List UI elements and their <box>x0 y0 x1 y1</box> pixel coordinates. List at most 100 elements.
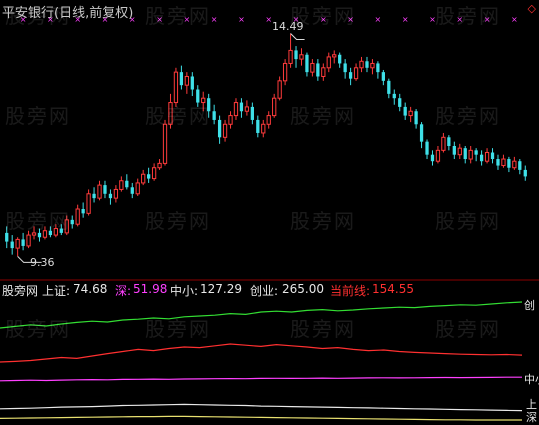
diamond-icon[interactable]: ◇ <box>528 2 536 15</box>
ind-label-chuangye: 创业: <box>250 284 279 298</box>
candle-body <box>496 159 500 166</box>
ind-value-zhongxiao: 127.29 <box>200 282 242 296</box>
candle-body <box>228 115 233 125</box>
watermark-14: 股旁网 <box>145 317 211 341</box>
watermark-12: 股旁网 <box>435 209 501 233</box>
candle-body <box>125 180 129 188</box>
candle-body <box>332 54 337 58</box>
candle-body <box>294 50 298 60</box>
ind-label-shen: 深: <box>115 284 132 298</box>
candle-body <box>217 119 222 138</box>
candle-body <box>381 72 385 81</box>
candle-body <box>376 63 380 73</box>
indicator-name: 股旁网 <box>2 284 39 298</box>
candle-body <box>157 162 162 169</box>
candle-body <box>141 173 146 184</box>
top-marker: × <box>211 15 218 24</box>
ind-label-zhongxiao: 中小: <box>170 284 199 298</box>
candle-body <box>365 61 369 68</box>
ind-value-dangqian: 154.55 <box>372 282 414 296</box>
candle-body <box>5 232 9 242</box>
candle-body <box>518 161 522 170</box>
watermark-16: 股旁网 <box>435 317 501 341</box>
candle-body <box>266 115 271 125</box>
candle-body <box>184 75 189 86</box>
candle-body <box>479 154 484 162</box>
watermark-15: 股旁网 <box>290 317 356 341</box>
candle-body <box>447 137 451 146</box>
candle-body <box>414 111 418 125</box>
candle-body <box>103 185 107 194</box>
ind-label-shangzheng: 上证: <box>42 284 71 298</box>
candle-body <box>430 154 435 162</box>
candle-body <box>288 49 293 64</box>
top-marker: × <box>511 15 518 24</box>
top-marker: × <box>238 15 245 24</box>
indicator-line-中小 <box>0 376 522 382</box>
candle-body <box>507 159 511 168</box>
candle-body <box>387 80 391 94</box>
candle-body <box>403 106 407 116</box>
candle-body <box>179 72 184 86</box>
end-label-zhongxiao: 中小 <box>524 373 539 386</box>
top-marker: × <box>402 15 409 24</box>
candle-body <box>108 193 113 199</box>
candle-body <box>119 180 124 190</box>
top-marker: × <box>375 15 382 24</box>
candle-body <box>244 106 250 112</box>
candle-body <box>348 72 353 79</box>
candle-body <box>75 208 80 225</box>
candle-body <box>92 193 96 199</box>
candle-body <box>173 71 179 104</box>
candle-body <box>408 110 413 117</box>
ind-label-dangqian: 当前线: <box>330 284 371 298</box>
candle-body <box>512 160 517 169</box>
indicator-line-当前线 <box>0 343 523 363</box>
candle-body <box>26 234 31 247</box>
candle-body <box>135 182 140 195</box>
indicator-bar: 股旁网 上证: 74.68 深: 51.98 中小: 127.29 创业: 26… <box>0 281 539 299</box>
candle-body <box>326 56 331 69</box>
candle-body <box>130 187 134 194</box>
indicator-line-深 <box>0 415 522 421</box>
candle-body <box>147 174 151 179</box>
candle-body <box>392 93 396 99</box>
candle-body <box>523 169 527 177</box>
candle-body <box>310 62 315 73</box>
candle-body <box>501 158 506 167</box>
watermark-2: 股旁网 <box>145 4 211 28</box>
candle-body <box>435 149 441 162</box>
candle-body <box>113 188 119 199</box>
high-price-label: 14.49 <box>272 20 304 33</box>
candle-body <box>282 62 288 82</box>
low-price-label: 9.36 <box>30 256 55 269</box>
watermark-10: 股旁网 <box>145 209 211 233</box>
candle-body <box>370 62 375 69</box>
candle-body <box>10 241 14 249</box>
candle-body <box>250 106 254 120</box>
candle-body <box>468 149 473 160</box>
candle-body <box>484 152 490 162</box>
candle-body <box>233 102 239 117</box>
candle-body <box>239 102 244 112</box>
candle-body <box>81 209 85 214</box>
candle-body <box>70 219 74 225</box>
candle-body <box>441 136 446 151</box>
watermark-6: 股旁网 <box>145 104 211 128</box>
candle-body <box>162 123 168 164</box>
ind-value-chuangye: 265.00 <box>282 282 324 296</box>
candle-body <box>419 124 424 142</box>
candle-body <box>277 80 282 99</box>
indicator-line-上证 <box>0 403 523 412</box>
candle-body <box>316 63 320 77</box>
end-label-chuangye: 创 <box>524 299 535 312</box>
watermark-4: 股旁网 <box>435 4 501 28</box>
end-label-shen: 深 <box>526 411 537 424</box>
candle-body <box>463 148 467 160</box>
candle-body <box>151 167 157 180</box>
chart-stage: × × × × × × × × × × × × × × × × × × × 股旁网 股旁网 股旁网 股旁网 股旁网 … <box>0 0 539 424</box>
watermark-9: 股旁网 <box>5 209 71 233</box>
watermark-8: 股旁网 <box>435 104 501 128</box>
candle-body <box>359 60 364 69</box>
candle-body <box>338 54 342 64</box>
